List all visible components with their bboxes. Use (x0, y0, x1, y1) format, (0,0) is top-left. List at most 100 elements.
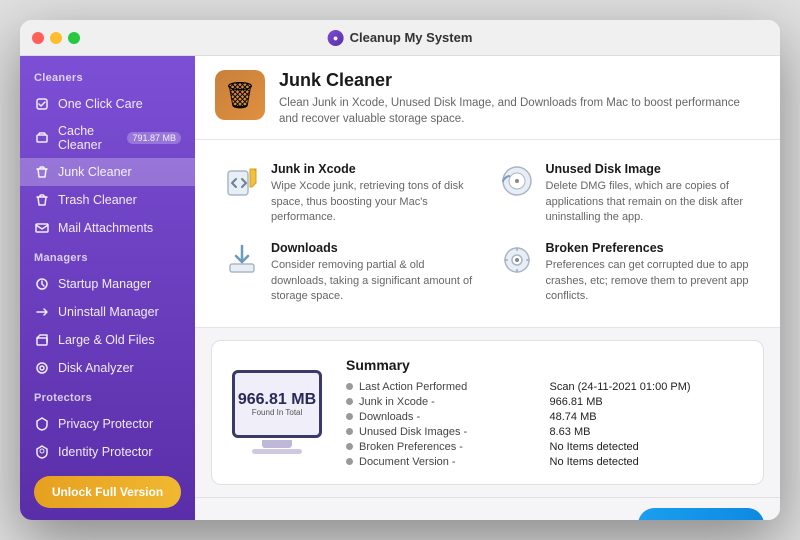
broken-prefs-title: Broken Preferences (546, 241, 753, 255)
unused-disk-title: Unused Disk Image (546, 162, 753, 176)
traffic-lights (32, 32, 80, 44)
bottom-bar: Scan Now (195, 497, 780, 520)
downloads-title: Downloads (271, 241, 478, 255)
summary-label-1: Junk in Xcode - (359, 396, 435, 408)
summary-monitor: 966.81 MB Found In Total (232, 370, 322, 438)
summary-data: Summary Last Action Performed Scan (24-1… (346, 357, 743, 468)
cache-cleaner-badge: 791.87 MB (127, 132, 181, 144)
sidebar-item-disk-analyzer[interactable]: Disk Analyzer (20, 354, 195, 382)
junk-xcode-desc: Wipe Xcode junk, retrieving tons of disk… (271, 179, 478, 225)
summary-val-3: 8.63 MB (550, 426, 591, 438)
sidebar-item-mail-attachments[interactable]: Mail Attachments (20, 214, 195, 242)
scan-now-button[interactable]: Scan Now (638, 508, 764, 520)
content-header-text: Junk Cleaner Clean Junk in Xcode, Unused… (279, 70, 759, 127)
summary-value-last-action: Scan (24-11-2021 01:00 PM) (550, 381, 744, 393)
summary-val-5: No Items detected (550, 456, 639, 468)
managers-section-title: Managers (20, 252, 195, 270)
summary-row-doc-version: Document Version - (346, 456, 540, 468)
feature-card-unused-disk-text: Unused Disk Image Delete DMG files, whic… (546, 162, 753, 225)
close-button[interactable] (32, 32, 44, 44)
summary-label-0: Last Action Performed (359, 381, 467, 393)
junk-cleaner-icon (34, 164, 50, 180)
one-click-care-icon (34, 96, 50, 112)
feature-card-broken-prefs: Broken Preferences Preferences can get c… (488, 233, 763, 312)
sidebar-footer: Unlock Full Version (20, 476, 195, 508)
summary-visual: 966.81 MB Found In Total (232, 370, 322, 454)
sidebar-item-one-click-care[interactable]: One Click Care (20, 90, 195, 118)
unused-disk-desc: Delete DMG files, which are copies of ap… (546, 179, 753, 225)
maximize-button[interactable] (68, 32, 80, 44)
uninstall-manager-icon (34, 304, 50, 320)
monitor-size-value: 966.81 MB (238, 391, 316, 409)
large-old-files-label: Large & Old Files (58, 333, 181, 347)
privacy-protector-label: Privacy Protector (58, 417, 181, 431)
junk-xcode-title: Junk in Xcode (271, 162, 478, 176)
sidebar-item-startup-manager[interactable]: Startup Manager (20, 270, 195, 298)
feature-card-junk-xcode: Junk in Xcode Wipe Xcode junk, retrievin… (213, 154, 488, 233)
trash-cleaner-icon (34, 192, 50, 208)
main-layout: Cleaners One Click Care Cache (20, 56, 780, 520)
summary-row-broken-prefs: Broken Preferences - (346, 441, 540, 453)
sidebar-item-junk-cleaner[interactable]: Junk Cleaner (20, 158, 195, 186)
summary-row-disk-images: Unused Disk Images - (346, 426, 540, 438)
unused-disk-icon (498, 162, 536, 200)
content-area: 🗑 Junk Cleaner Clean Junk in Xcode, Unus… (195, 56, 780, 520)
feature-card-broken-prefs-text: Broken Preferences Preferences can get c… (546, 241, 753, 304)
summary-dot-2 (346, 413, 353, 420)
minimize-button[interactable] (50, 32, 62, 44)
sidebar-item-identity-protector[interactable]: Identity Protector (20, 438, 195, 466)
summary-row-last-action: Last Action Performed (346, 381, 540, 393)
trash-cleaner-label: Trash Cleaner (58, 193, 181, 207)
cleaners-section-title: Cleaners (20, 72, 195, 90)
content-title: Junk Cleaner (279, 70, 759, 91)
unlock-full-version-button[interactable]: Unlock Full Version (34, 476, 181, 508)
protectors-section-title: Protectors (20, 392, 195, 410)
feature-grid: Junk in Xcode Wipe Xcode junk, retrievin… (195, 140, 780, 327)
sidebar-item-cache-cleaner[interactable]: Cache Cleaner 791.87 MB (20, 118, 195, 158)
content-header: 🗑 Junk Cleaner Clean Junk in Xcode, Unus… (195, 56, 780, 140)
downloads-desc: Consider removing partial & old download… (271, 258, 478, 304)
feature-card-downloads-text: Downloads Consider removing partial & ol… (271, 241, 478, 304)
junk-cleaner-header-icon: 🗑 (215, 70, 265, 120)
summary-label-3: Unused Disk Images - (359, 426, 467, 438)
large-old-files-icon (34, 332, 50, 348)
app-icon: ● (328, 30, 344, 46)
feature-card-downloads: Downloads Consider removing partial & ol… (213, 233, 488, 312)
downloads-icon (223, 241, 261, 279)
privacy-protector-icon (34, 416, 50, 432)
summary-label-4: Broken Preferences - (359, 441, 463, 453)
summary-section: 966.81 MB Found In Total Summary Last Ac… (211, 340, 764, 485)
sidebar-item-privacy-protector[interactable]: Privacy Protector (20, 410, 195, 438)
monitor-base (252, 449, 302, 454)
one-click-care-label: One Click Care (58, 97, 181, 111)
broken-prefs-desc: Preferences can get corrupted due to app… (546, 258, 753, 304)
feature-card-unused-disk: Unused Disk Image Delete DMG files, whic… (488, 154, 763, 233)
summary-val-4: No Items detected (550, 441, 639, 453)
content-description: Clean Junk in Xcode, Unused Disk Image, … (279, 95, 759, 127)
feature-card-junk-xcode-text: Junk in Xcode Wipe Xcode junk, retrievin… (271, 162, 478, 225)
summary-value-downloads: 48.74 MB (550, 411, 744, 423)
cache-cleaner-label: Cache Cleaner (58, 124, 119, 152)
summary-dot-0 (346, 383, 353, 390)
mail-attachments-label: Mail Attachments (58, 221, 181, 235)
summary-rows: Last Action Performed Scan (24-11-2021 0… (346, 381, 743, 468)
sidebar-item-large-old-files[interactable]: Large & Old Files (20, 326, 195, 354)
junk-cleaner-label: Junk Cleaner (58, 165, 181, 179)
identity-protector-label: Identity Protector (58, 445, 181, 459)
startup-manager-label: Startup Manager (58, 277, 181, 291)
disk-analyzer-label: Disk Analyzer (58, 361, 181, 375)
summary-label-2: Downloads - (359, 411, 420, 423)
sidebar-item-uninstall-manager[interactable]: Uninstall Manager (20, 298, 195, 326)
titlebar: ● Cleanup My System (20, 20, 780, 56)
summary-row-xcode: Junk in Xcode - (346, 396, 540, 408)
titlebar-center: ● Cleanup My System (328, 30, 473, 46)
summary-dot-4 (346, 443, 353, 450)
mail-attachments-icon (34, 220, 50, 236)
summary-value-disk-images: 8.63 MB (550, 426, 744, 438)
summary-value-xcode: 966.81 MB (550, 396, 744, 408)
disk-analyzer-icon (34, 360, 50, 376)
summary-val-0: Scan (24-11-2021 01:00 PM) (550, 381, 691, 393)
summary-val-2: 48.74 MB (550, 411, 597, 423)
sidebar-item-trash-cleaner[interactable]: Trash Cleaner (20, 186, 195, 214)
summary-dot-5 (346, 458, 353, 465)
